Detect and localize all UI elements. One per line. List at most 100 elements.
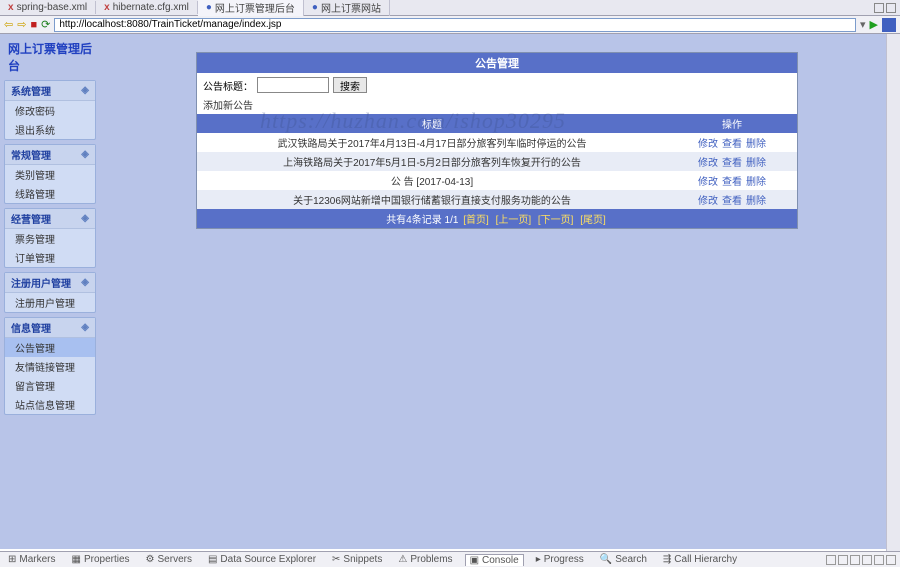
tab-spring[interactable]: xspring-base.xml — [0, 1, 96, 14]
back-icon[interactable]: ⇦ — [4, 18, 13, 31]
collapse-icon: ◈ — [81, 277, 89, 288]
maximize-icon[interactable] — [886, 3, 896, 13]
bottom-controls — [826, 555, 896, 565]
bottom-tab-properties[interactable]: ▦ Properties — [68, 554, 134, 565]
menu-button[interactable] — [882, 18, 896, 32]
delete-link[interactable]: 删除 — [746, 196, 766, 207]
table-header: 标题 操作 — [197, 114, 797, 133]
bottom-tab-servers[interactable]: ⚙ Servers — [142, 554, 196, 565]
xml-icon: x — [8, 2, 14, 13]
menu-group-business: 经营管理◈ 票务管理 订单管理 — [4, 208, 96, 268]
edit-link[interactable]: 修改 — [698, 158, 718, 169]
editor-tabs: xspring-base.xml xhibernate.cfg.xml ●网上订… — [0, 0, 900, 16]
menu-group-general: 常规管理◈ 类别管理 线路管理 — [4, 144, 96, 204]
bottom-tab-console[interactable]: ▣ Console — [465, 554, 524, 566]
bottom-tab-dse[interactable]: ▤ Data Source Explorer — [204, 554, 320, 565]
delete-link[interactable]: 删除 — [746, 177, 766, 188]
search-row: 公告标题： 搜索 — [197, 73, 797, 97]
bottom-tab-progress[interactable]: ▸ Progress — [532, 554, 588, 565]
menu-header-business[interactable]: 经营管理◈ — [5, 209, 95, 229]
menu-group-info: 信息管理◈ 公告管理 友情链接管理 留言管理 站点信息管理 — [4, 317, 96, 415]
console-btn-2[interactable] — [838, 555, 848, 565]
web-icon: ● — [312, 2, 318, 13]
menu-header-users[interactable]: 注册用户管理◈ — [5, 273, 95, 293]
sidebar-item-announce[interactable]: 公告管理 — [5, 338, 95, 357]
add-link[interactable]: 添加新公告 — [197, 97, 797, 114]
edit-link[interactable]: 修改 — [698, 196, 718, 207]
sidebar-item-order[interactable]: 订单管理 — [5, 248, 95, 267]
tab-controls — [874, 3, 900, 13]
sidebar-title: 网上订票管理后台 — [4, 38, 96, 80]
search-label: 公告标题： — [203, 78, 253, 93]
page-next[interactable]: [下一页] — [538, 215, 574, 226]
page-first[interactable]: [首页] — [463, 215, 489, 226]
bottom-tab-callhierarchy[interactable]: ⇶ Call Hierarchy — [659, 554, 741, 565]
view-link[interactable]: 查看 — [722, 139, 742, 150]
table-row: 上海铁路局关于2017年5月1日-5月2日部分旅客列车恢复开行的公告 修改查看删… — [197, 152, 797, 171]
sidebar-item-logout[interactable]: 退出系统 — [5, 120, 95, 139]
table-row: 关于12306网站新增中国银行储蓄银行直接支付服务功能的公告 修改查看删除 — [197, 190, 797, 209]
content-panel: 公告管理 公告标题： 搜索 添加新公告 标题 操作 武汉铁路局关于2017年4月… — [196, 52, 798, 229]
web-icon: ● — [206, 2, 212, 13]
tab-hibernate[interactable]: xhibernate.cfg.xml — [96, 1, 198, 14]
go-icon[interactable]: ▶ — [870, 18, 878, 31]
console-btn-5[interactable] — [874, 555, 884, 565]
refresh-icon[interactable]: ⟳ — [41, 18, 50, 31]
menu-header-system[interactable]: 系统管理◈ — [5, 81, 95, 101]
menu-group-users: 注册用户管理◈ 注册用户管理 — [4, 272, 96, 313]
sidebar-item-siteinfo[interactable]: 站点信息管理 — [5, 395, 95, 414]
sidebar: 网上订票管理后台 系统管理◈ 修改密码 退出系统 常规管理◈ 类别管理 线路管理… — [0, 34, 100, 549]
scrollbar[interactable] — [886, 34, 900, 551]
url-input[interactable] — [54, 18, 856, 32]
console-btn-1[interactable] — [826, 555, 836, 565]
edit-link[interactable]: 修改 — [698, 139, 718, 150]
collapse-icon: ◈ — [81, 85, 89, 96]
console-btn-4[interactable] — [862, 555, 872, 565]
collapse-icon: ◈ — [81, 322, 89, 333]
stop-icon[interactable]: ■ — [30, 19, 37, 31]
page-prev[interactable]: [上一页] — [496, 215, 532, 226]
menu-group-system: 系统管理◈ 修改密码 退出系统 — [4, 80, 96, 140]
sidebar-item-category[interactable]: 类别管理 — [5, 165, 95, 184]
minimize-icon[interactable] — [874, 3, 884, 13]
pagination: 共有4条记录 1/1 [首页] [上一页] [下一页] [尾页] — [197, 209, 797, 228]
tab-admin[interactable]: ●网上订票管理后台 — [198, 0, 304, 16]
search-button[interactable]: 搜索 — [333, 77, 367, 93]
sidebar-item-messages[interactable]: 留言管理 — [5, 376, 95, 395]
sidebar-item-ticket[interactable]: 票务管理 — [5, 229, 95, 248]
sidebar-item-route[interactable]: 线路管理 — [5, 184, 95, 203]
page-last[interactable]: [尾页] — [580, 215, 606, 226]
collapse-icon: ◈ — [81, 149, 89, 160]
table-row: 公 告 [2017-04-13] 修改查看删除 — [197, 171, 797, 190]
main-area: 网上订票管理后台 系统管理◈ 修改密码 退出系统 常规管理◈ 类别管理 线路管理… — [0, 34, 900, 549]
view-link[interactable]: 查看 — [722, 177, 742, 188]
delete-link[interactable]: 删除 — [746, 158, 766, 169]
view-link[interactable]: 查看 — [722, 196, 742, 207]
sidebar-item-links[interactable]: 友情链接管理 — [5, 357, 95, 376]
address-bar: ⇦ ⇨ ■ ⟳ ▾ ▶ — [0, 16, 900, 34]
delete-link[interactable]: 删除 — [746, 139, 766, 150]
console-btn-6[interactable] — [886, 555, 896, 565]
col-title: 标题 — [197, 116, 667, 131]
dropdown-icon[interactable]: ▾ — [860, 18, 866, 31]
tab-site[interactable]: ●网上订票网站 — [304, 0, 390, 16]
bottom-tab-markers[interactable]: ⊞ Markers — [4, 554, 60, 565]
col-ops: 操作 — [667, 116, 797, 131]
view-link[interactable]: 查看 — [722, 158, 742, 169]
sidebar-item-reguser[interactable]: 注册用户管理 — [5, 293, 95, 312]
search-input[interactable] — [257, 77, 329, 93]
sidebar-item-password[interactable]: 修改密码 — [5, 101, 95, 120]
table-row: 武汉铁路局关于2017年4月13日-4月17日部分旅客列车临时停运的公告 修改查… — [197, 133, 797, 152]
bottom-bar: ⊞ Markers ▦ Properties ⚙ Servers ▤ Data … — [0, 551, 900, 567]
edit-link[interactable]: 修改 — [698, 177, 718, 188]
bottom-tab-search[interactable]: 🔍 Search — [596, 554, 651, 565]
bottom-tab-problems[interactable]: ⚠ Problems — [394, 554, 456, 565]
console-btn-3[interactable] — [850, 555, 860, 565]
menu-header-info[interactable]: 信息管理◈ — [5, 318, 95, 338]
menu-header-general[interactable]: 常规管理◈ — [5, 145, 95, 165]
forward-icon[interactable]: ⇨ — [17, 18, 26, 31]
collapse-icon: ◈ — [81, 213, 89, 224]
bottom-tab-snippets[interactable]: ✂ Snippets — [328, 554, 386, 565]
xml-icon: x — [104, 2, 110, 13]
content: 公告管理 公告标题： 搜索 添加新公告 标题 操作 武汉铁路局关于2017年4月… — [100, 34, 900, 549]
